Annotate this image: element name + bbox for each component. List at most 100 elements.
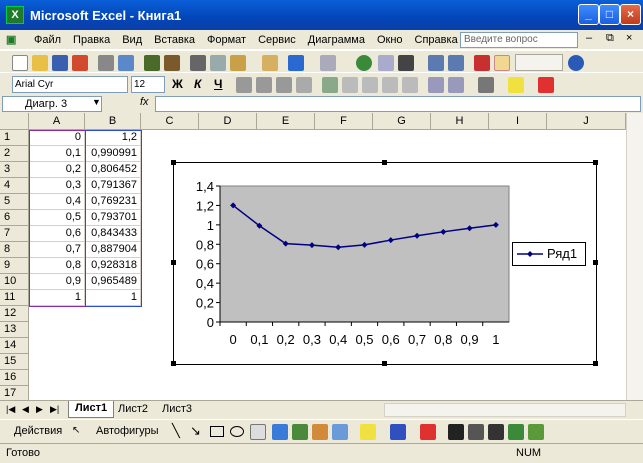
cell-a4[interactable]: 0,3 (29, 178, 85, 194)
cell-b4[interactable]: 0,791367 (85, 178, 141, 194)
row-header-3[interactable]: 3 (0, 162, 29, 178)
row-header-15[interactable]: 15 (0, 354, 29, 370)
align-right-icon[interactable] (276, 77, 292, 93)
row-header-9[interactable]: 9 (0, 258, 29, 274)
autosum-icon[interactable] (398, 55, 414, 71)
font-select[interactable]: Arial Cyr (12, 76, 128, 93)
prev-sheet-icon[interactable]: ◀ (22, 404, 29, 415)
cell-a10[interactable]: 0,9 (29, 274, 85, 290)
undo-icon[interactable] (288, 55, 304, 71)
preview-icon[interactable] (118, 55, 134, 71)
excel-app-icon[interactable]: X (6, 6, 24, 24)
close-button[interactable]: × (620, 4, 641, 25)
merge-icon[interactable] (296, 77, 312, 93)
select-pointer-icon[interactable]: ↖ (72, 425, 80, 436)
resize-handle-bc[interactable] (382, 361, 387, 366)
arrow-icon[interactable]: ↘ (190, 423, 201, 439)
menu-tools[interactable]: Сервис (252, 34, 302, 46)
sort-desc-icon[interactable] (448, 55, 464, 71)
research-icon[interactable] (164, 55, 180, 71)
document-icon[interactable]: ▣ (6, 33, 28, 46)
line-icon[interactable]: ╲ (172, 423, 180, 439)
decrease-indent-icon[interactable] (428, 77, 444, 93)
cell-a11[interactable]: 1 (29, 290, 85, 306)
cell-a5[interactable]: 0,4 (29, 194, 85, 210)
cell-b5[interactable]: 0,769231 (85, 194, 141, 210)
column-header-d[interactable]: D (199, 113, 257, 130)
zoom-select[interactable] (515, 54, 563, 71)
dash-style-icon[interactable] (468, 424, 484, 440)
rectangle-icon[interactable] (210, 426, 224, 437)
row-header-17[interactable]: 17 (0, 386, 29, 400)
function-icon[interactable] (378, 55, 394, 71)
thousands-icon[interactable] (362, 77, 378, 93)
cell-a7[interactable]: 0,6 (29, 226, 85, 242)
row-header-8[interactable]: 8 (0, 242, 29, 258)
cell-a2[interactable]: 0,1 (29, 146, 85, 162)
doc-minimize-icon[interactable]: – (586, 32, 592, 44)
percent-icon[interactable] (342, 77, 358, 93)
cell-b8[interactable]: 0,887904 (85, 242, 141, 258)
clipart-icon[interactable] (312, 424, 328, 440)
menu-chart[interactable]: Диаграмма (302, 34, 371, 46)
fill-color-icon[interactable] (508, 77, 524, 93)
3d-icon[interactable] (528, 424, 544, 440)
column-header-e[interactable]: E (257, 113, 315, 130)
row-header-1[interactable]: 1 (0, 130, 29, 146)
resize-handle-br[interactable] (593, 361, 598, 366)
save-icon[interactable] (52, 55, 68, 71)
vertical-scrollbar[interactable] (626, 113, 643, 400)
row-header-13[interactable]: 13 (0, 322, 29, 338)
column-header-h[interactable]: H (431, 113, 489, 130)
last-sheet-icon[interactable]: ▶| (50, 404, 59, 415)
cell-b11[interactable]: 1 (85, 290, 141, 306)
format-painter-icon[interactable] (262, 55, 278, 71)
row-header-2[interactable]: 2 (0, 146, 29, 162)
sheet-tab-1[interactable]: Лист1 (68, 401, 115, 418)
font-color-icon[interactable] (538, 77, 554, 93)
increase-decimal-icon[interactable] (382, 77, 398, 93)
menu-help[interactable]: Справка (409, 34, 464, 46)
row-header-5[interactable]: 5 (0, 194, 29, 210)
horizontal-scrollbar[interactable] (384, 403, 626, 417)
resize-handle-tl[interactable] (171, 160, 176, 165)
new-icon[interactable] (12, 55, 28, 71)
resize-handle-bl[interactable] (171, 361, 176, 366)
row-header-7[interactable]: 7 (0, 226, 29, 242)
cell-b9[interactable]: 0,928318 (85, 258, 141, 274)
oval-icon[interactable] (230, 426, 244, 437)
menu-format[interactable]: Формат (201, 34, 252, 46)
doc-close-icon[interactable]: × (626, 32, 632, 44)
underline-button[interactable]: Ч (214, 77, 222, 91)
increase-indent-icon[interactable] (448, 77, 464, 93)
currency-icon[interactable] (322, 77, 338, 93)
drawing-icon[interactable] (494, 55, 510, 71)
help-icon[interactable] (568, 55, 584, 71)
row-header-4[interactable]: 4 (0, 178, 29, 194)
actions-menu[interactable]: Действия (14, 425, 62, 437)
menu-file[interactable]: Файл (28, 34, 67, 46)
column-header-f[interactable]: F (315, 113, 373, 130)
chart-object[interactable]: 0 0,2 0,4 0,6 0,8 1 1,2 1,4 0 0,1 0,2 0,3 0,4 0,5 0,6 0… (173, 162, 597, 365)
sort-asc-icon[interactable] (428, 55, 444, 71)
decrease-decimal-icon[interactable] (402, 77, 418, 93)
column-header-a[interactable]: A (29, 113, 85, 130)
open-icon[interactable] (32, 55, 48, 71)
menu-edit[interactable]: Правка (67, 34, 116, 46)
chart-wizard-icon[interactable] (474, 55, 490, 71)
menu-view[interactable]: Вид (116, 34, 148, 46)
resize-handle-tc[interactable] (382, 160, 387, 165)
cell-b6[interactable]: 0,793701 (85, 210, 141, 226)
minimize-button[interactable]: _ (578, 4, 599, 25)
shadow-icon[interactable] (508, 424, 524, 440)
line-color-icon[interactable] (390, 424, 406, 440)
bold-button[interactable]: Ж (172, 77, 183, 91)
first-sheet-icon[interactable]: |◀ (6, 404, 15, 415)
picture-icon[interactable] (332, 424, 348, 440)
cell-b10[interactable]: 0,965489 (85, 274, 141, 290)
row-header-6[interactable]: 6 (0, 210, 29, 226)
column-header-j[interactable]: J (547, 113, 626, 130)
cell-b2[interactable]: 0,990991 (85, 146, 141, 162)
spelling-icon[interactable] (144, 55, 160, 71)
row-header-14[interactable]: 14 (0, 338, 29, 354)
